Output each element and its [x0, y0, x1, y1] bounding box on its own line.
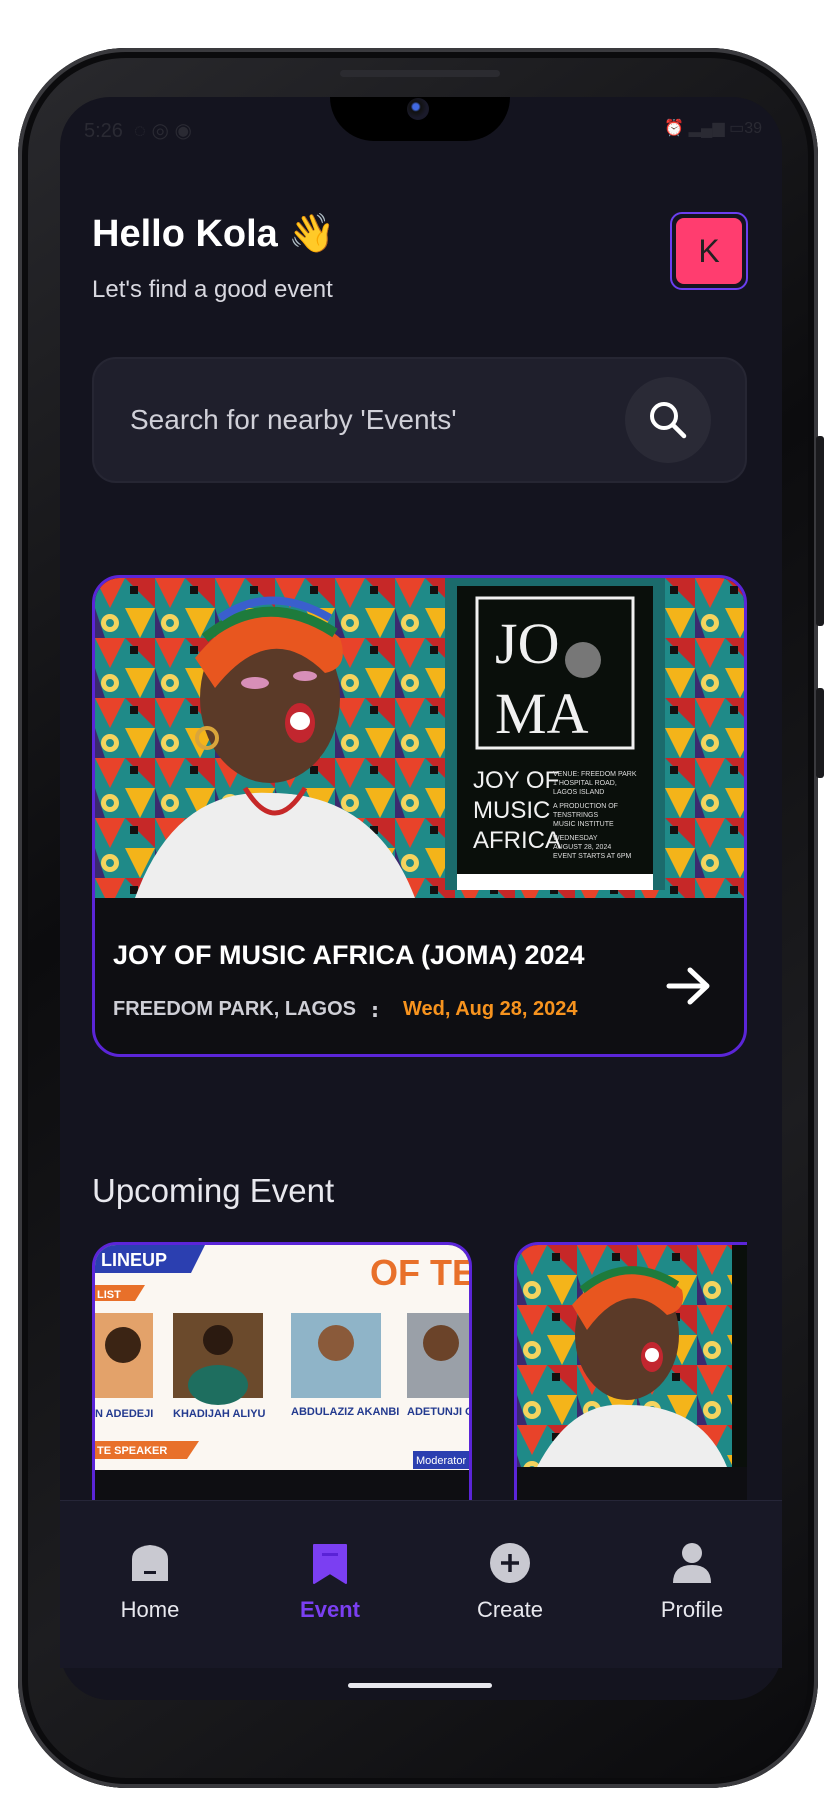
greeting-title: Hello Kola 👋 [92, 213, 336, 255]
poster-date-line: WEDNESDAY [553, 835, 598, 842]
search-bar[interactable]: Search for nearby 'Events' [92, 357, 747, 483]
poster-production-line: MUSIC INSTITUTE [553, 821, 614, 828]
nav-create[interactable]: Create [440, 1541, 580, 1623]
plus-circle-icon [490, 1543, 530, 1583]
alarm-icon: ⏰ [664, 120, 685, 137]
bookmark-icon [313, 1544, 347, 1584]
battery-level: 39 [744, 120, 762, 137]
status-bar-left: 5:26 ◌ ◎ ◉ [84, 118, 192, 143]
featured-event-title: JOY OF MUSIC AFRICA (JOMA) 2024 [113, 940, 585, 970]
upcoming-event-card[interactable]: LINEUP OF TEC LIST N ADEDEJI KHADIJAH AL… [92, 1242, 472, 1512]
front-camera-icon [407, 98, 429, 120]
search-button[interactable] [625, 377, 711, 463]
battery-icon: ▭39 [729, 120, 762, 137]
poster-name-line2: MUSIC [473, 797, 550, 824]
upcoming-event-image [517, 1245, 747, 1512]
poster-venue-line: LAGOS ISLAND [553, 789, 604, 796]
featured-event-date: Wed, Aug 28, 2024 [403, 998, 578, 1020]
arrow-right-icon[interactable] [666, 966, 712, 1010]
poster-venue-line: VENUE: FREEDOM PARK [553, 771, 637, 778]
home-icon [132, 1545, 168, 1581]
upcoming-event-image: LINEUP OF TEC LIST N ADEDEJI KHADIJAH AL… [95, 1245, 472, 1512]
nav-home-label: Home [120, 1597, 180, 1622]
search-icon [650, 402, 687, 439]
featured-event-location: FREEDOM PARK, LAGOS [113, 998, 356, 1020]
nav-profile-label: Profile [660, 1597, 724, 1622]
status-time: 5:26 [84, 120, 123, 142]
poster-logo-line2: MA [495, 681, 589, 746]
earpiece-speaker [340, 70, 500, 77]
upcoming-section-title: Upcoming Event [92, 1172, 335, 1209]
featured-event-card[interactable]: JO MA JOY OF MUSIC AFRICA VENUE: FREEDOM… [92, 575, 747, 1057]
nav-event[interactable]: Event [260, 1541, 400, 1623]
nav-event-label: Event [300, 1597, 360, 1622]
poster-name-line3: AFRICA [473, 827, 561, 854]
home-indicator[interactable] [348, 1683, 492, 1688]
card-heading: OF TEC [370, 1252, 472, 1293]
location-date-separator: : [371, 998, 379, 1022]
moderator-label: Moderator [416, 1455, 466, 1467]
poster-logo-line1: JO [495, 611, 559, 676]
avatar-initial: K [676, 218, 742, 284]
nav-home[interactable]: Home [80, 1541, 220, 1623]
poster-name-line1: JOY OF [473, 767, 559, 794]
poster-production-line: TENSTRINGS [553, 812, 598, 819]
speaker-name: ABDULAZIZ AKANBI [291, 1406, 399, 1418]
person-icon [673, 1543, 711, 1583]
profile-avatar-button[interactable]: K [670, 212, 748, 290]
volume-button [816, 436, 824, 626]
search-input[interactable]: Search for nearby 'Events' [130, 404, 457, 436]
panelist-label: LIST [97, 1289, 121, 1301]
upcoming-event-card[interactable] [514, 1242, 747, 1512]
greeting-subtitle: Let's find a good event [92, 276, 333, 303]
keynote-label: TE SPEAKER [97, 1445, 167, 1457]
signal-icon: ▂▄▆ [688, 120, 725, 137]
nav-profile[interactable]: Profile [622, 1541, 762, 1623]
featured-event-image: JO MA JOY OF MUSIC AFRICA VENUE: FREEDOM… [95, 578, 744, 898]
sync-icon: ◌ ◎ ◉ [128, 120, 192, 142]
poster-date-line: AUGUST 28, 2024 [553, 844, 611, 851]
poster-date-line: EVENT STARTS AT 6PM [553, 853, 631, 860]
bottom-navigation: Home Event Create Profile [60, 1500, 782, 1668]
speaker-name: KHADIJAH ALIYU [173, 1408, 266, 1420]
poster-venue-line: 1 HOSPITAL ROAD, [553, 780, 617, 787]
poster-production-line: A PRODUCTION OF [553, 803, 618, 810]
speaker-name: N ADEDEJI [95, 1408, 153, 1420]
lineup-banner: LINEUP [101, 1250, 167, 1270]
power-button [816, 688, 824, 778]
status-bar-right: ⏰ ▂▄▆ ▭39 [664, 118, 762, 138]
nav-create-label: Create [476, 1597, 544, 1622]
speaker-name: ADETUNJI O. JACOB [407, 1406, 472, 1418]
